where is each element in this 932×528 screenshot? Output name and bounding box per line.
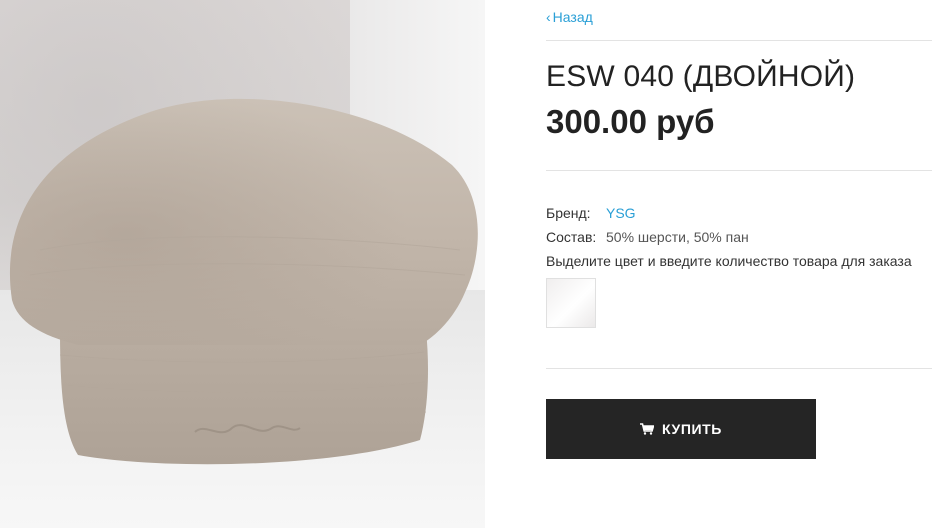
divider-bottom bbox=[546, 368, 932, 369]
composition-row: Состав: 50% шерсти, 50% пан bbox=[546, 229, 749, 245]
select-color-hint: Выделите цвет и введите количество товар… bbox=[546, 253, 912, 269]
color-swatch[interactable] bbox=[546, 278, 596, 328]
brand-link[interactable]: YSG bbox=[606, 205, 636, 221]
brand-label: Бренд: bbox=[546, 205, 591, 221]
back-label: Назад bbox=[552, 9, 593, 25]
composition-value: 50% шерсти, 50% пан bbox=[606, 229, 749, 245]
chevron-left-icon: ‹ bbox=[546, 9, 551, 25]
product-price: 300.00 руб bbox=[546, 103, 715, 140]
product-photo bbox=[0, 0, 485, 528]
buy-label: КУПИТЬ bbox=[662, 421, 722, 437]
buy-button[interactable]: КУПИТЬ bbox=[546, 399, 816, 459]
product-details: ‹ Назад ESW 040 (ДВОЙНОЙ) 300.00 руб Брен… bbox=[546, 0, 932, 528]
back-link[interactable]: ‹ Назад bbox=[546, 9, 593, 25]
product-title: ESW 040 (ДВОЙНОЙ) bbox=[546, 60, 856, 93]
brand-row: Бренд: YSG bbox=[546, 205, 636, 221]
shopping-cart-icon bbox=[640, 423, 655, 435]
beret-image bbox=[9, 98, 478, 465]
divider-middle bbox=[546, 170, 932, 171]
composition-label: Состав: bbox=[546, 229, 597, 245]
divider-top bbox=[546, 40, 932, 41]
